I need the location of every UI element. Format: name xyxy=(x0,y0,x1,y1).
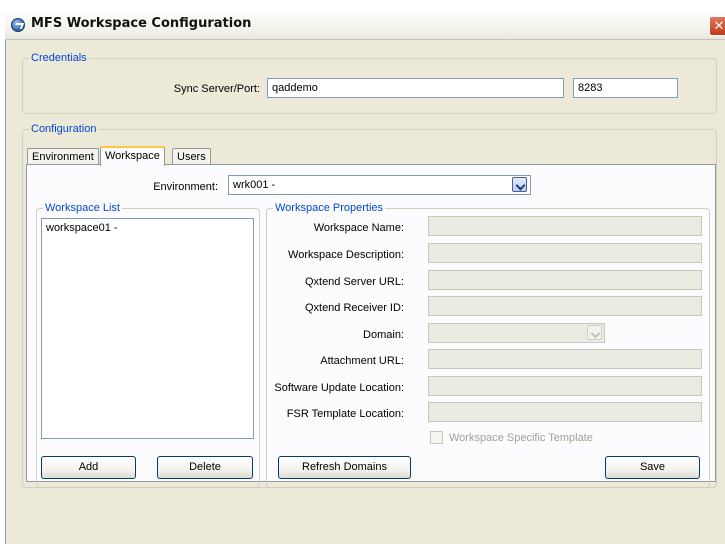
workspace-description-field[interactable] xyxy=(428,243,702,263)
workspace-specific-template-checkbox[interactable] xyxy=(430,431,443,444)
workspace-name-label: Workspace Name: xyxy=(313,222,404,234)
attachment-url-label: Attachment URL: xyxy=(320,355,404,367)
delete-button[interactable]: Delete xyxy=(157,456,253,479)
workspace-name-field[interactable] xyxy=(428,216,702,236)
save-button[interactable]: Save xyxy=(605,456,700,479)
credentials-legend: Credentials xyxy=(31,52,87,64)
qxtend-receiver-id-label: Qxtend Receiver ID: xyxy=(304,302,404,314)
qxtend-server-url-label: Qxtend Server URL: xyxy=(304,276,404,288)
title-bar[interactable]: MFS Workspace Configuration ✕ xyxy=(5,10,725,40)
environment-select-value: wrk001 - xyxy=(233,179,276,191)
sync-server-input[interactable]: qaddemo xyxy=(267,78,564,98)
workspace-properties-legend: Workspace Properties xyxy=(275,202,384,214)
add-button[interactable]: Add xyxy=(41,456,136,479)
fsr-template-location-field[interactable] xyxy=(428,402,702,422)
configuration-legend: Configuration xyxy=(31,123,97,135)
qxtend-server-url-field[interactable] xyxy=(428,270,702,290)
environment-select[interactable]: wrk001 - xyxy=(228,175,531,195)
attachment-url-field[interactable] xyxy=(428,349,702,369)
domain-select[interactable] xyxy=(428,323,605,343)
refresh-domains-button[interactable]: Refresh Domains xyxy=(278,456,411,479)
domain-label: Domain: xyxy=(363,329,404,341)
workspace-listbox[interactable]: workspace01 - xyxy=(41,218,254,439)
window-title: MFS Workspace Configuration xyxy=(31,16,252,31)
chevron-down-icon[interactable] xyxy=(512,177,527,192)
app-icon xyxy=(11,18,25,32)
sync-port-input[interactable]: 8283 xyxy=(573,78,678,98)
list-item[interactable]: workspace01 - xyxy=(42,219,253,237)
workspace-list-legend: Workspace List xyxy=(45,202,120,214)
workspace-specific-template-label: Workspace Specific Template xyxy=(449,432,593,444)
chevron-down-icon xyxy=(587,325,602,340)
software-update-location-field[interactable] xyxy=(428,376,702,396)
sync-server-port-label: Sync Server/Port: xyxy=(173,83,260,95)
software-update-location-label: Software Update Location: xyxy=(274,382,404,394)
qxtend-receiver-id-field[interactable] xyxy=(428,296,702,316)
close-icon[interactable]: ✕ xyxy=(709,16,725,36)
fsr-template-location-label: FSR Template Location: xyxy=(286,408,404,420)
workspace-description-label: Workspace Description: xyxy=(288,249,404,261)
environment-label: Environment: xyxy=(153,181,218,193)
tab-workspace[interactable]: Workspace xyxy=(100,146,165,166)
